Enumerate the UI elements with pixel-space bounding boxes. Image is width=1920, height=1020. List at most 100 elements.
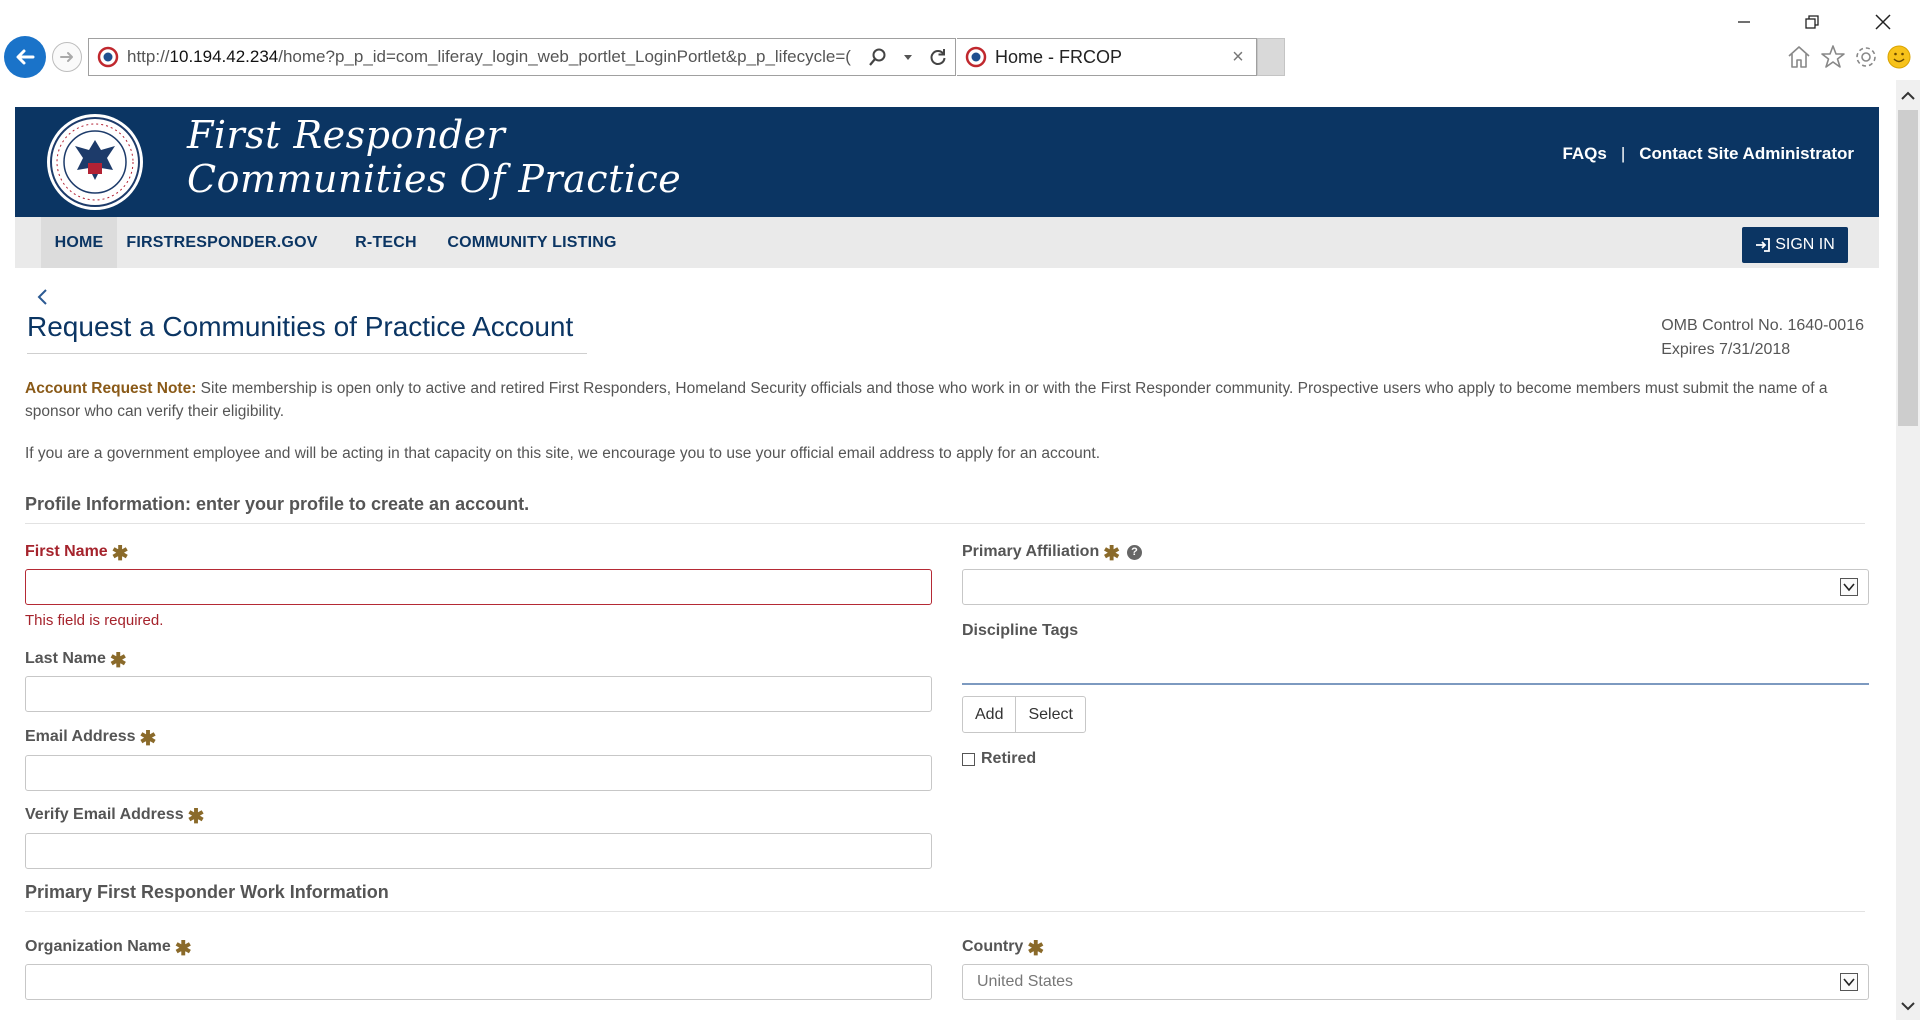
dropdown-arrow-icon bbox=[1840, 578, 1858, 596]
chevron-up-icon bbox=[1901, 91, 1915, 100]
nav-home[interactable]: HOME bbox=[41, 217, 117, 268]
url-path: /home?p_p_id=com_liferay_login_web_portl… bbox=[278, 47, 851, 66]
dropdown-arrow-icon bbox=[1840, 973, 1858, 991]
retired-checkbox[interactable] bbox=[962, 752, 975, 766]
settings-button[interactable] bbox=[1851, 42, 1881, 72]
discipline-tags-label-text: Discipline Tags bbox=[962, 622, 1079, 639]
primary-affiliation-label-text: Primary Affiliation bbox=[962, 543, 1100, 560]
discipline-tags-label: Discipline Tags bbox=[962, 622, 1078, 640]
back-link[interactable] bbox=[33, 287, 53, 307]
retired-label[interactable]: Retired bbox=[981, 750, 1036, 768]
site-header: First Responder Communities Of Practice … bbox=[15, 107, 1879, 217]
address-dropdown-button[interactable] bbox=[895, 44, 921, 70]
search-icon bbox=[869, 48, 886, 66]
required-asterisk-icon: ✱ bbox=[111, 543, 129, 565]
note-text: Site membership is open only to active a… bbox=[25, 380, 1828, 420]
main-navigation: HOME FIRSTRESPONDER.GOV R-TECH COMMUNITY… bbox=[15, 217, 1879, 268]
close-icon bbox=[1875, 14, 1891, 30]
note-label: Account Request Note: bbox=[25, 380, 197, 397]
page-title: Request a Communities of Practice Accoun… bbox=[27, 311, 587, 354]
discipline-tags-input[interactable] bbox=[962, 683, 1869, 685]
primary-affiliation-label: Primary Affiliation ✱ ? bbox=[962, 542, 1142, 565]
email-label-text: Email Address bbox=[25, 728, 136, 745]
organization-name-label-text: Organization Name bbox=[25, 938, 171, 955]
sign-in-label: SIGN IN bbox=[1775, 236, 1835, 253]
dhs-seal-logo[interactable] bbox=[45, 112, 145, 212]
primary-affiliation-select[interactable] bbox=[962, 569, 1869, 605]
account-request-note: Account Request Note: Site membership is… bbox=[25, 377, 1873, 423]
scrollbar-thumb[interactable] bbox=[1898, 110, 1918, 426]
home-button[interactable] bbox=[1784, 42, 1814, 72]
faqs-link[interactable]: FAQs bbox=[1562, 144, 1606, 164]
search-button[interactable] bbox=[865, 44, 891, 70]
work-section-title: Primary First Responder Work Information bbox=[25, 882, 1865, 912]
add-tag-button[interactable]: Add bbox=[963, 697, 1015, 732]
close-window-button[interactable] bbox=[1858, 8, 1908, 36]
browser-tab[interactable]: Home - FRCOP × bbox=[957, 38, 1257, 76]
last-name-label: Last Name ✱ bbox=[25, 649, 127, 672]
feedback-button[interactable] bbox=[1884, 42, 1914, 72]
new-tab-button[interactable] bbox=[1257, 38, 1285, 76]
required-asterisk-icon: ✱ bbox=[109, 650, 127, 672]
refresh-button[interactable] bbox=[925, 44, 951, 70]
url-scheme: http:// bbox=[127, 47, 170, 66]
tab-favicon-icon bbox=[965, 46, 987, 68]
government-employee-note: If you are a government employee and wil… bbox=[25, 445, 1100, 462]
first-name-input[interactable] bbox=[25, 569, 932, 605]
verify-email-input[interactable] bbox=[25, 833, 932, 869]
required-asterisk-icon: ✱ bbox=[1103, 543, 1120, 565]
nav-r-tech[interactable]: R-TECH bbox=[351, 217, 421, 268]
tab-close-button[interactable]: × bbox=[1226, 46, 1250, 69]
smiley-icon bbox=[1887, 45, 1911, 69]
site-title[interactable]: First Responder Communities Of Practice bbox=[187, 113, 681, 201]
star-icon bbox=[1821, 45, 1845, 68]
arrow-left-icon bbox=[16, 49, 35, 65]
first-name-error: This field is required. bbox=[25, 612, 164, 629]
omb-control-number: OMB Control No. 1640-0016 bbox=[1661, 317, 1864, 334]
forward-button[interactable] bbox=[52, 42, 82, 72]
contact-admin-link[interactable]: Contact Site Administrator bbox=[1639, 144, 1854, 164]
omb-control-info: OMB Control No. 1640-0016 Expires 7/31/2… bbox=[1661, 314, 1864, 362]
country-select[interactable]: United States bbox=[962, 964, 1869, 1000]
favorites-button[interactable] bbox=[1818, 42, 1848, 72]
back-button[interactable] bbox=[4, 36, 46, 78]
site-title-line2: Communities Of Practice bbox=[187, 157, 682, 201]
header-separator: | bbox=[1620, 144, 1626, 163]
chevron-down-icon bbox=[1901, 1002, 1915, 1011]
help-icon[interactable]: ? bbox=[1126, 544, 1142, 560]
caret-down-icon bbox=[904, 55, 912, 60]
sign-in-icon bbox=[1756, 238, 1771, 252]
first-name-label-text: First Name bbox=[25, 543, 108, 560]
email-input[interactable] bbox=[25, 755, 932, 791]
organization-name-label: Organization Name ✱ bbox=[25, 937, 192, 960]
select-tag-button[interactable]: Select bbox=[1015, 697, 1084, 732]
profile-section-title: Profile Information: enter your profile … bbox=[25, 494, 1865, 524]
last-name-input[interactable] bbox=[25, 676, 932, 712]
scroll-down-button[interactable] bbox=[1896, 994, 1920, 1018]
omb-expiration: Expires 7/31/2018 bbox=[1661, 341, 1791, 358]
required-asterisk-icon: ✱ bbox=[174, 938, 192, 960]
scroll-up-button[interactable] bbox=[1896, 84, 1920, 108]
verify-email-label: Verify Email Address ✱ bbox=[25, 805, 204, 827]
url-text[interactable]: http://10.194.42.234/home?p_p_id=com_lif… bbox=[127, 47, 865, 67]
organization-name-input[interactable] bbox=[25, 964, 932, 1000]
minimize-button[interactable] bbox=[1719, 8, 1769, 36]
last-name-label-text: Last Name bbox=[25, 650, 106, 667]
address-bar[interactable]: http://10.194.42.234/home?p_p_id=com_lif… bbox=[88, 38, 956, 76]
vertical-scrollbar[interactable] bbox=[1896, 80, 1920, 1020]
email-label: Email Address ✱ bbox=[25, 727, 157, 750]
nav-community-listing[interactable]: COMMUNITY LISTING bbox=[445, 217, 619, 268]
sign-in-button[interactable]: SIGN IN bbox=[1742, 227, 1848, 263]
nav-firstresponder-gov[interactable]: FIRSTRESPONDER.GOV bbox=[126, 217, 317, 268]
header-links: FAQs | Contact Site Administrator bbox=[1562, 144, 1854, 164]
page-content: First Responder Communities Of Practice … bbox=[15, 107, 1879, 1020]
home-icon bbox=[1788, 46, 1810, 68]
restore-button[interactable] bbox=[1787, 8, 1837, 36]
restore-icon bbox=[1805, 15, 1819, 29]
url-host: 10.194.42.234 bbox=[169, 47, 279, 66]
first-name-label: First Name ✱ bbox=[25, 542, 129, 565]
country-label-text: Country bbox=[962, 938, 1024, 955]
required-asterisk-icon: ✱ bbox=[139, 728, 157, 750]
refresh-icon bbox=[930, 49, 946, 65]
arrow-right-icon bbox=[60, 52, 73, 62]
